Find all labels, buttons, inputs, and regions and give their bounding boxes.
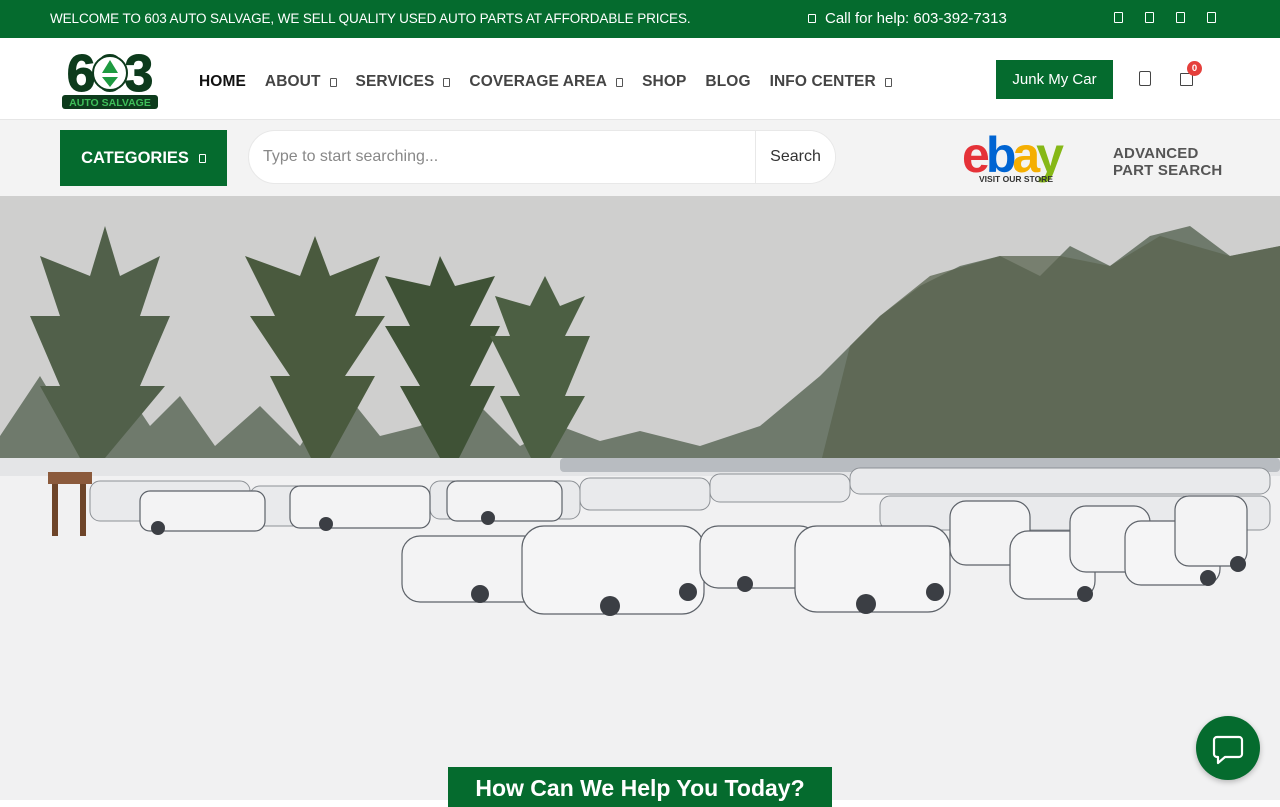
cart-count-badge: 0: [1187, 61, 1202, 76]
main-header: 603 AUTO SALVAGE HOME ABOUT SERVICES COV…: [0, 38, 1280, 120]
nav-about[interactable]: ABOUT: [265, 73, 337, 91]
chevron-down-icon: [443, 77, 451, 87]
nav-info-center[interactable]: INFO CENTER: [770, 73, 892, 91]
search-row: CATEGORIES Search ebay VISIT OUR STORE A…: [0, 120, 1280, 196]
user-account-icon[interactable]: [1139, 71, 1151, 86]
twitter-icon[interactable]: [1145, 12, 1154, 23]
logo-text: AUTO SALVAGE: [69, 97, 151, 109]
site-logo[interactable]: 603 AUTO SALVAGE: [58, 47, 162, 111]
help-heading: How Can We Help You Today?: [448, 767, 832, 807]
welcome-text: WELCOME TO 603 AUTO SALVAGE, WE SELL QUA…: [50, 11, 691, 26]
ebay-caption: VISIT OUR STORE: [979, 174, 1053, 184]
phone-icon: [808, 14, 816, 23]
search-input[interactable]: [249, 131, 755, 183]
facebook-icon[interactable]: [1114, 12, 1123, 23]
main-nav: HOME ABOUT SERVICES COVERAGE AREA SHOP B…: [199, 73, 911, 91]
chevron-down-icon: [616, 77, 624, 87]
chevron-down-icon: [329, 77, 337, 87]
youtube-icon[interactable]: [1207, 12, 1216, 23]
nav-services[interactable]: SERVICES: [356, 73, 451, 91]
categories-label: CATEGORIES: [81, 148, 189, 167]
help-phone[interactable]: Call for help: 603-392-7313: [808, 10, 1007, 27]
chat-button[interactable]: [1196, 716, 1260, 780]
snowy-yard-illustration: [0, 196, 1280, 800]
nav-coverage-area[interactable]: COVERAGE AREA: [469, 73, 624, 91]
ebay-store-logo[interactable]: ebay VISIT OUR STORE: [962, 132, 1092, 186]
nav-home[interactable]: HOME: [199, 73, 246, 91]
nav-shop[interactable]: SHOP: [642, 73, 686, 91]
nav-blog[interactable]: BLOG: [705, 73, 750, 91]
help-phone-text: Call for help: 603-392-7313: [825, 10, 1007, 27]
search-box: Search: [248, 130, 836, 184]
instagram-icon[interactable]: [1176, 12, 1185, 23]
categories-button[interactable]: CATEGORIES: [60, 130, 227, 186]
junk-my-car-button[interactable]: Junk My Car: [996, 60, 1113, 99]
social-links: [1114, 12, 1216, 23]
search-button[interactable]: Search: [755, 131, 835, 183]
top-bar: WELCOME TO 603 AUTO SALVAGE, WE SELL QUA…: [0, 0, 1280, 38]
advanced-part-search-link[interactable]: ADVANCED PART SEARCH: [1113, 145, 1222, 179]
chevron-down-icon: [884, 77, 892, 87]
hero-image: [0, 196, 1280, 800]
chat-bubble-icon: [1212, 735, 1244, 765]
menu-icon: [198, 153, 206, 163]
